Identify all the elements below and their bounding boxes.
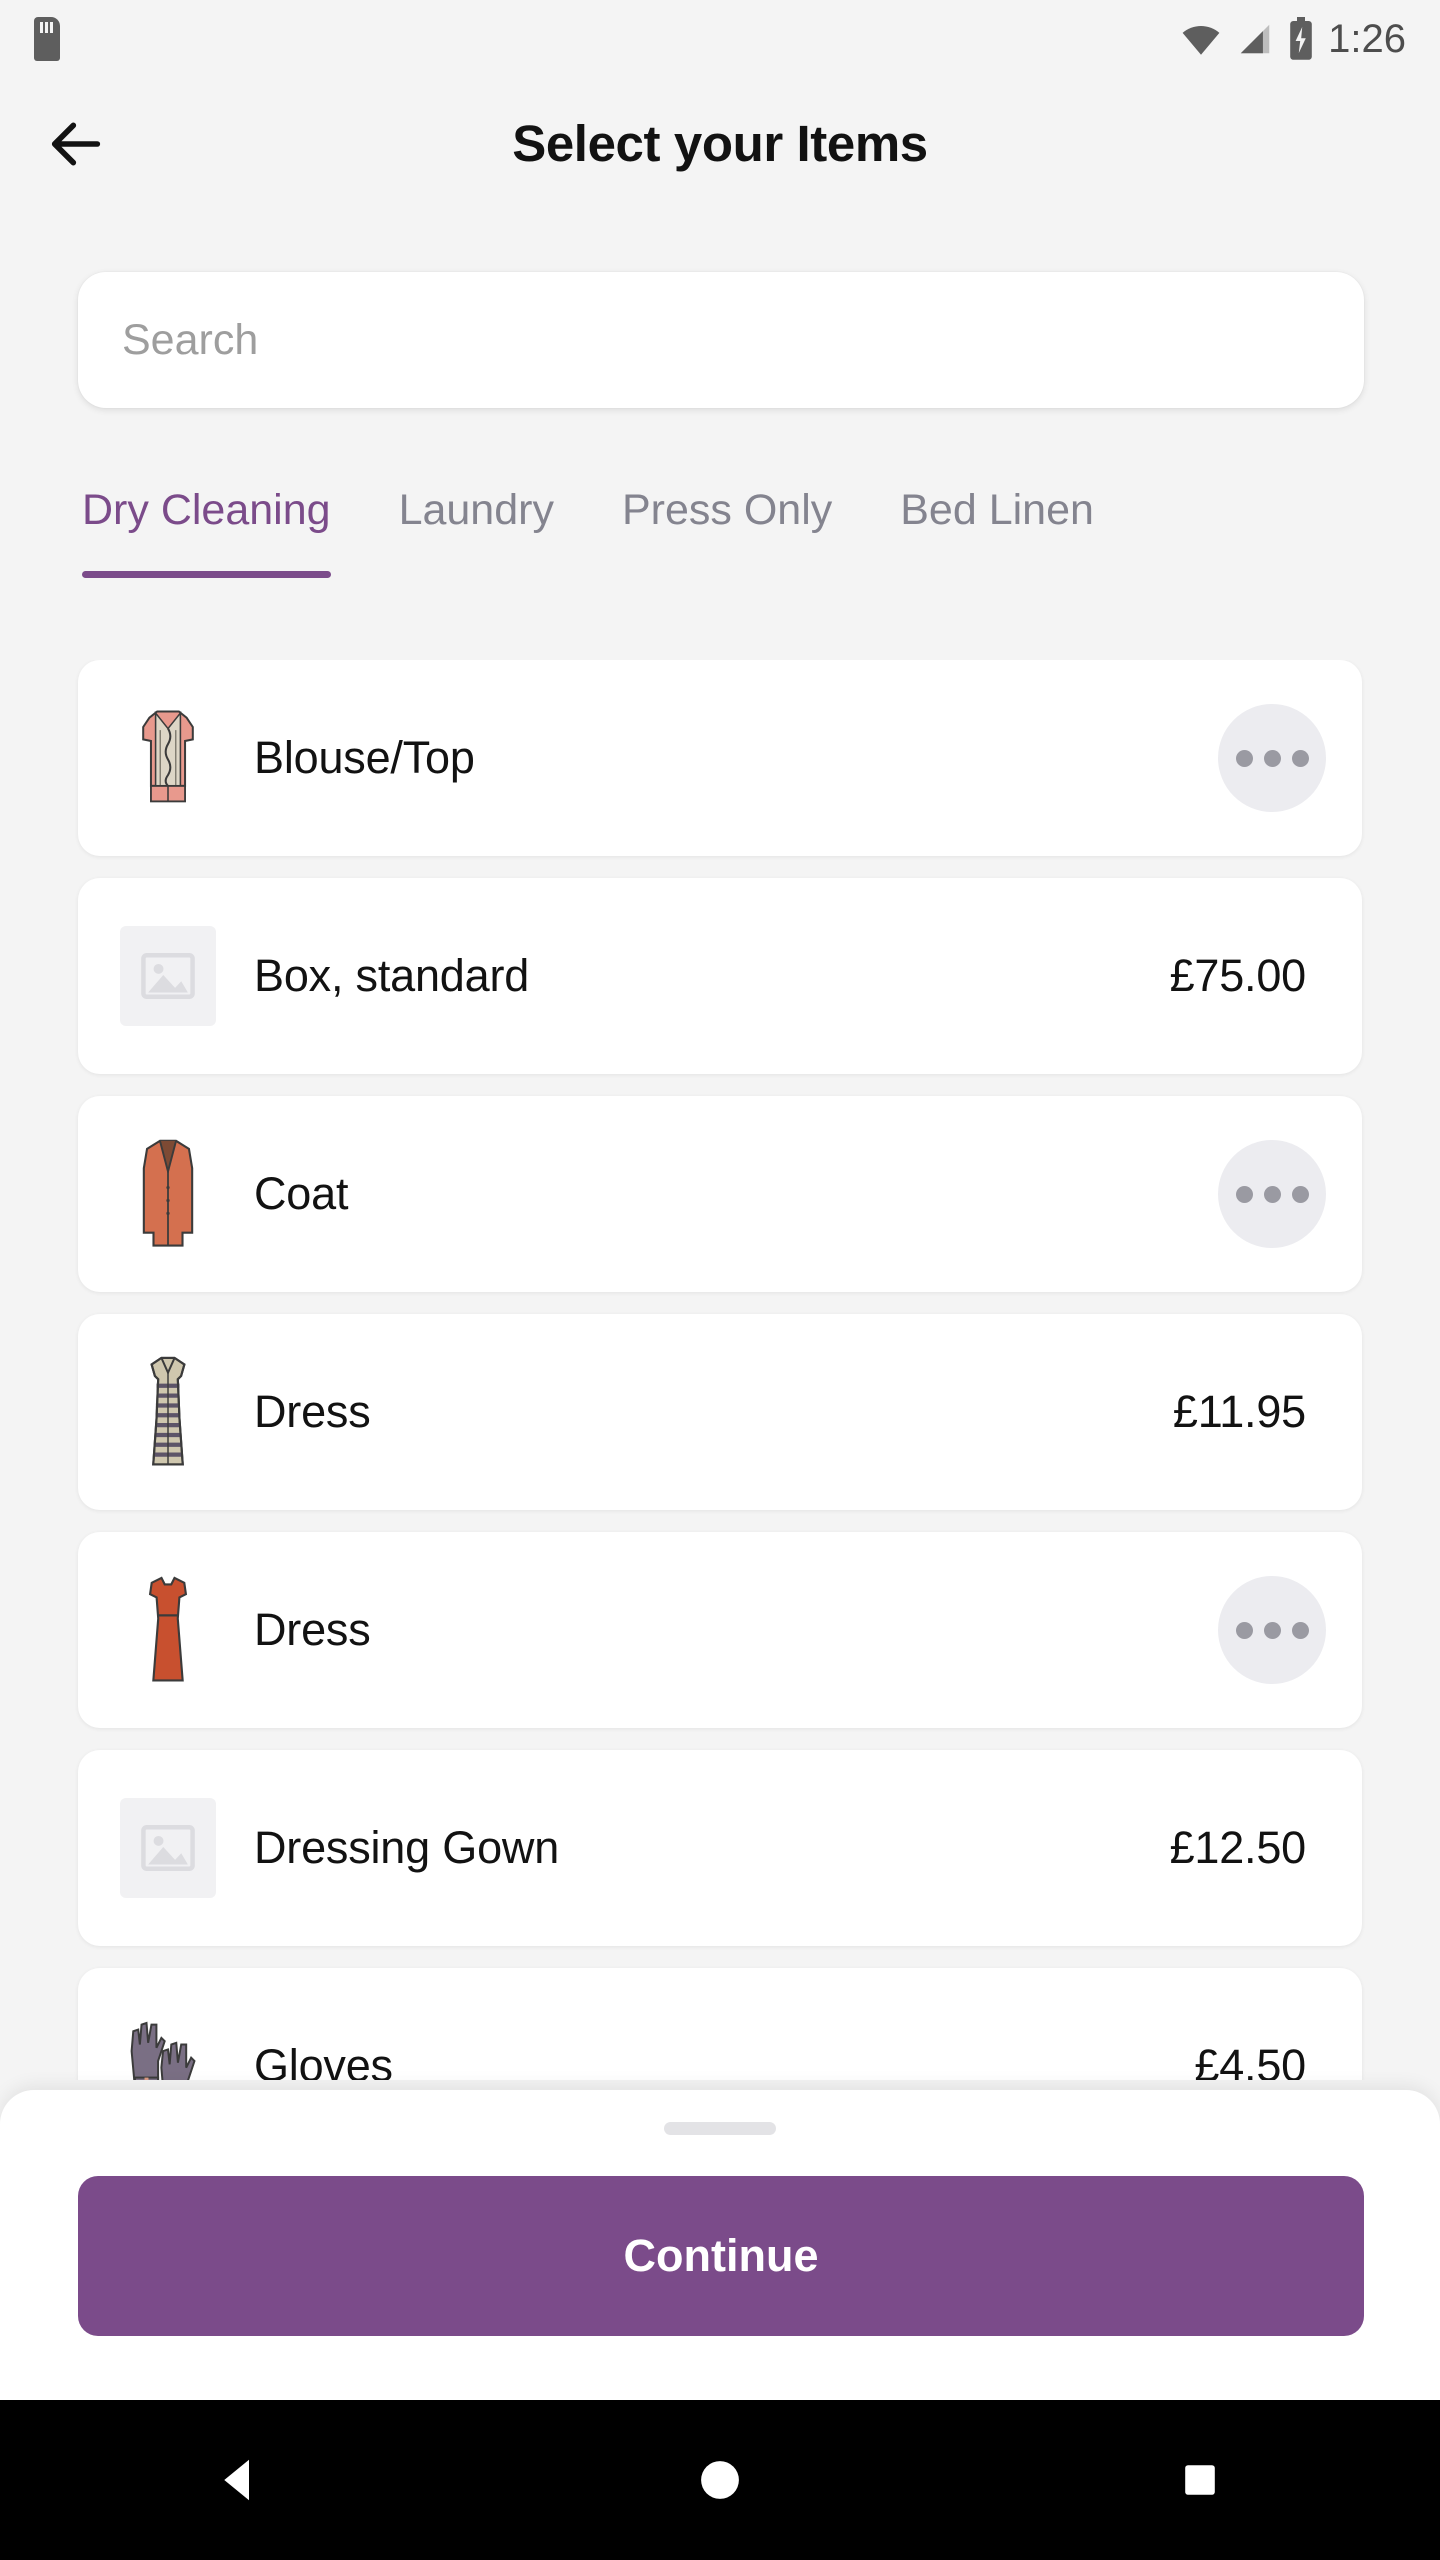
status-bar-left [34,17,60,61]
cellular-signal-icon [1240,24,1270,54]
blouse-icon [120,698,216,818]
tab-label: Bed Linen [900,486,1094,534]
item-price: £4.50 [1194,2040,1306,2080]
tab-label: Laundry [398,486,554,534]
item-price: £11.95 [1172,1386,1306,1437]
striped-dress-icon [120,1352,216,1472]
battery-charging-icon [1290,17,1312,60]
more-options-button[interactable] [1218,1576,1326,1684]
bottom-sheet: Continue [0,2090,1440,2400]
android-navigation-bar [0,2400,1440,2560]
item-name: Coat [254,1168,349,1219]
status-bar: 1:26 [0,0,1440,78]
list-item[interactable]: Dress [78,1532,1362,1728]
item-name: Gloves [254,2040,393,2080]
continue-button[interactable]: Continue [78,2176,1364,2336]
item-list[interactable]: Blouse/Top Box, standard £75.00 Coat Dre… [0,660,1440,2080]
tab-label: Dry Cleaning [82,486,331,534]
tab-press-only[interactable]: Press Only [622,452,832,602]
list-item[interactable]: Blouse/Top [78,660,1362,856]
status-bar-right: 1:26 [1180,17,1406,62]
search-field[interactable] [78,272,1364,408]
more-options-button[interactable] [1218,704,1326,812]
nav-back-icon [224,2459,249,2501]
gloves-icon [120,2006,216,2080]
item-name: Dress [254,1386,371,1437]
tab-dry-cleaning[interactable]: Dry Cleaning [82,452,331,602]
tab-active-indicator [82,571,331,578]
red-dress-icon [120,1570,216,1690]
tab-label: Press Only [621,486,833,534]
item-name: Dress [254,1604,371,1655]
tab-laundry[interactable]: Laundry [399,452,554,602]
status-bar-clock: 1:26 [1328,16,1406,61]
item-name: Dressing Gown [254,1822,560,1873]
list-item[interactable]: Dressing Gown £12.50 [78,1750,1362,1946]
item-price: £75.00 [1169,950,1307,1001]
tab-bed-linen[interactable]: Bed Linen [900,452,1094,602]
back-arrow-icon [51,122,101,166]
list-item[interactable]: Dress £11.95 [78,1314,1362,1510]
image-placeholder-icon [120,1788,216,1908]
item-name: Blouse/Top [254,732,475,783]
nav-home-button[interactable] [645,2400,795,2560]
app-screen: 1:26 Select your Items Dry Cleaning Laun… [0,0,1440,2560]
item-action [1218,1140,1326,1248]
more-options-button[interactable] [1218,1140,1326,1248]
coat-icon [120,1134,216,1254]
category-tabs: Dry Cleaning Laundry Press Only Bed Line… [0,452,1440,602]
back-button[interactable] [38,106,114,182]
list-item[interactable]: Gloves £4.50 [78,1968,1362,2080]
item-name: Box, standard [254,950,530,1001]
item-action: £4.50 [1194,2040,1326,2080]
image-placeholder-icon [120,916,216,1036]
item-action [1218,704,1326,812]
wifi-icon [1182,26,1220,55]
app-bar: Select your Items [0,78,1440,208]
list-item[interactable]: Box, standard £75.00 [78,878,1362,1074]
item-price: £12.50 [1169,1822,1307,1873]
item-action [1218,1576,1326,1684]
nav-recents-button[interactable] [1125,2400,1275,2560]
item-action: £11.95 [1173,1386,1326,1438]
search-input[interactable] [122,315,1320,365]
nav-back-button[interactable] [165,2400,315,2560]
sd-card-icon [34,17,60,61]
nav-recents-icon [1185,2465,1215,2495]
item-action: £12.50 [1170,1822,1326,1874]
list-item[interactable]: Coat [78,1096,1362,1292]
page-title: Select your Items [512,114,928,172]
drag-handle[interactable] [664,2122,776,2135]
item-action: £75.00 [1170,950,1326,1002]
nav-home-icon [701,2461,739,2499]
